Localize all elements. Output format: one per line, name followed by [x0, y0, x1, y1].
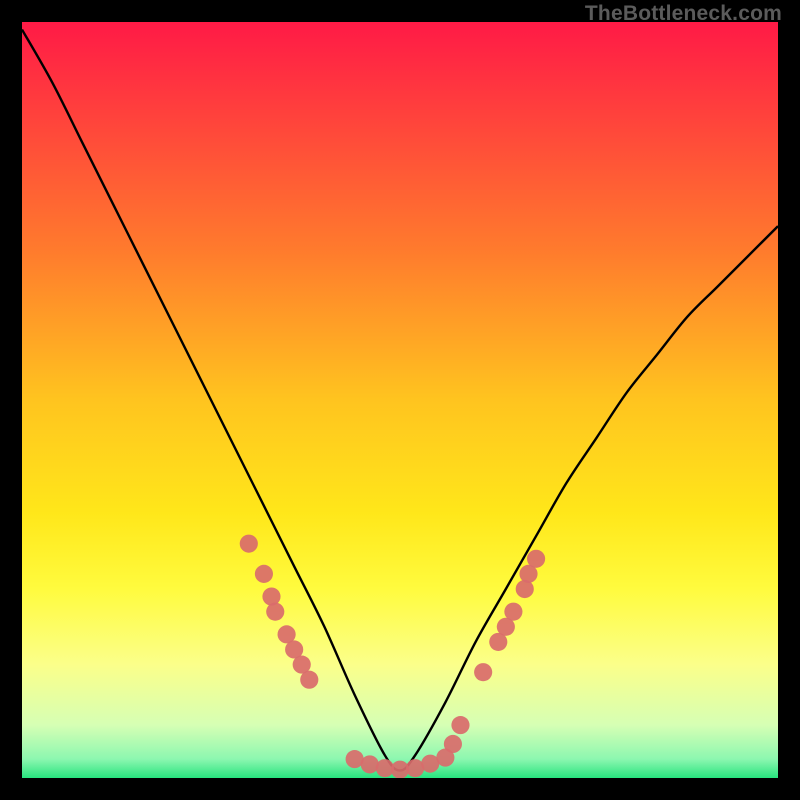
fit-marker — [474, 663, 492, 681]
fit-marker — [451, 716, 469, 734]
fit-marker — [262, 587, 280, 605]
fit-markers — [240, 535, 545, 778]
bottleneck-curve — [22, 30, 778, 771]
fit-marker — [361, 755, 379, 773]
fit-marker — [240, 535, 258, 553]
fit-marker — [300, 671, 318, 689]
watermark-text: TheBottleneck.com — [585, 2, 782, 26]
curve-layer — [22, 22, 778, 778]
fit-marker — [527, 550, 545, 568]
chart-frame: TheBottleneck.com — [0, 0, 800, 800]
fit-marker — [516, 580, 534, 598]
fit-marker — [266, 603, 284, 621]
plot-area — [22, 22, 778, 778]
fit-marker — [504, 603, 522, 621]
fit-marker — [255, 565, 273, 583]
fit-marker — [444, 735, 462, 753]
